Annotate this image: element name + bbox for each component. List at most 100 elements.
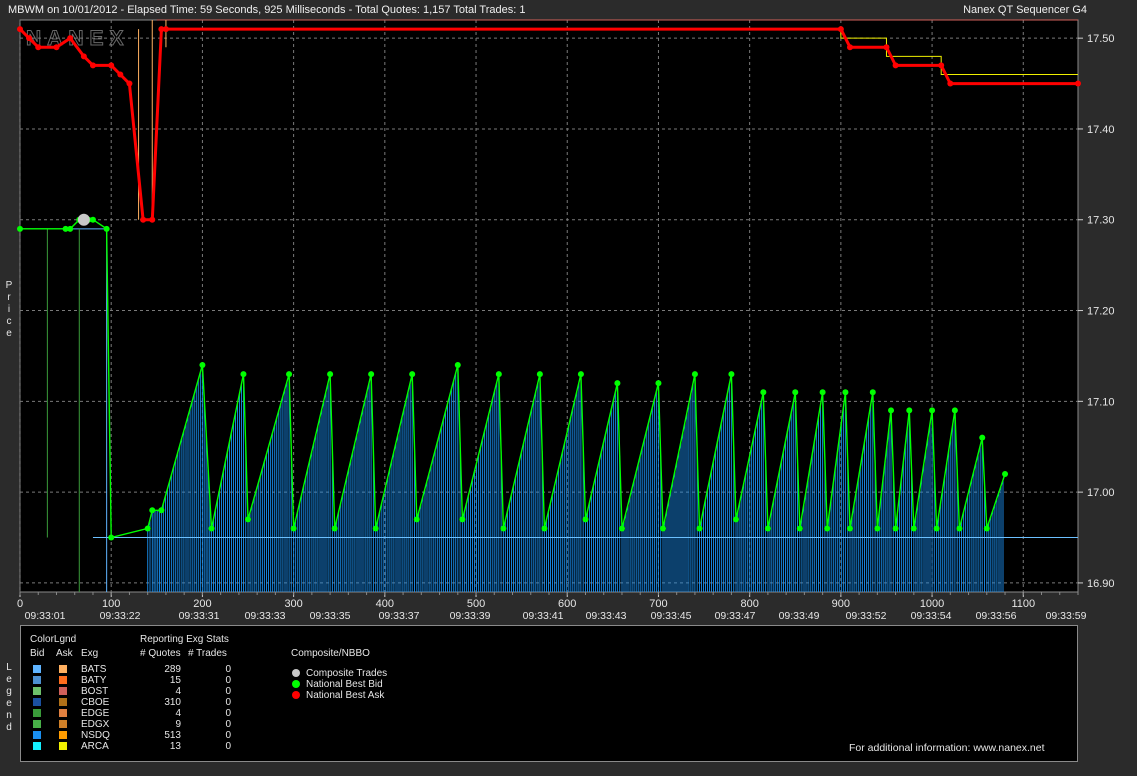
data-point xyxy=(67,35,74,42)
data-point xyxy=(77,213,90,226)
x-tick-label: 700 xyxy=(649,598,667,610)
data-point xyxy=(495,371,502,378)
quote-count: 289 xyxy=(164,664,181,675)
x-tick-label: 400 xyxy=(376,598,394,610)
time-tick-label: 09:33:56 xyxy=(976,610,1017,622)
quotes-column-header: # Quotes xyxy=(140,648,181,659)
x-tick-label: 800 xyxy=(740,598,758,610)
x-tick-label: 300 xyxy=(284,598,302,610)
data-point xyxy=(728,371,735,378)
data-point xyxy=(17,225,23,232)
quote-count: 9 xyxy=(175,719,181,730)
data-point xyxy=(819,389,826,396)
exchange-name: NSDQ xyxy=(81,730,110,741)
data-point xyxy=(910,525,917,532)
bid-column-header: Bid xyxy=(30,648,45,659)
data-point xyxy=(792,389,799,396)
data-point xyxy=(951,407,958,414)
time-tick-label: 09:33:37 xyxy=(379,610,420,622)
data-point xyxy=(108,534,115,541)
exchange-name: BOST xyxy=(81,686,109,697)
exchange-name: BATY xyxy=(81,675,107,686)
trade-count: 0 xyxy=(225,697,231,708)
ask-color-swatch xyxy=(59,698,67,706)
footer-info: For additional information: www.nanex.ne… xyxy=(849,742,1045,754)
x-tick-label: 600 xyxy=(558,598,576,610)
data-point xyxy=(618,525,625,532)
data-point xyxy=(732,516,739,523)
data-point xyxy=(906,407,913,414)
exchange-name: EDGE xyxy=(81,708,110,719)
composite-label: National Best Ask xyxy=(306,690,385,701)
reporting-stats-heading: Reporting Exg Stats xyxy=(140,634,229,645)
data-point xyxy=(372,525,379,532)
time-tick-label: 09:33:33 xyxy=(245,610,286,622)
data-point xyxy=(541,525,548,532)
data-point xyxy=(660,525,667,532)
time-tick-label: 09:33:43 xyxy=(586,610,627,622)
y-tick-label: 17.30 xyxy=(1087,215,1115,227)
exchange-name: ARCA xyxy=(81,741,109,752)
ask-color-swatch xyxy=(59,720,67,728)
data-point xyxy=(17,26,23,33)
data-point xyxy=(696,525,703,532)
data-point xyxy=(158,507,165,514)
composite-label: Composite Trades xyxy=(306,668,388,679)
y-tick-label: 17.00 xyxy=(1087,487,1115,499)
data-point xyxy=(117,71,124,78)
chart-area: NANEX 17.5017.4017.3017.2017.1017.0016.9… xyxy=(17,19,1115,622)
y-tick-label: 17.10 xyxy=(1087,396,1115,408)
data-point xyxy=(208,525,215,532)
time-tick-label: 09:33:01 xyxy=(25,610,66,622)
time-tick-label: 09:33:31 xyxy=(179,610,220,622)
quote-count: 4 xyxy=(175,686,181,697)
data-point xyxy=(1075,80,1081,87)
x-tick-label: 1100 xyxy=(1011,598,1035,610)
bid-color-swatch xyxy=(33,698,41,706)
data-point xyxy=(108,62,115,69)
x-tick-label: 1000 xyxy=(920,598,944,610)
data-point xyxy=(67,225,74,232)
data-point xyxy=(614,380,621,387)
data-point xyxy=(331,525,338,532)
quote-count: 4 xyxy=(175,708,181,719)
ask-color-swatch xyxy=(59,731,67,739)
ask-color-swatch xyxy=(59,676,67,684)
ask-color-swatch xyxy=(59,687,67,695)
exg-column-header: Exg xyxy=(81,648,99,659)
y-tick-label: 17.20 xyxy=(1087,306,1115,318)
exchange-name: BATS xyxy=(81,664,107,675)
exchange-name: CBOE xyxy=(81,697,110,708)
data-point xyxy=(869,389,876,396)
data-point xyxy=(883,44,890,51)
data-point xyxy=(53,44,60,51)
time-tick-label: 09:33:39 xyxy=(450,610,491,622)
data-point xyxy=(938,62,945,69)
data-point xyxy=(144,525,151,532)
ask-color-swatch xyxy=(59,709,67,717)
data-point xyxy=(582,516,589,523)
data-point xyxy=(500,525,507,532)
quote-count: 13 xyxy=(169,741,181,752)
x-tick-label: 0 xyxy=(17,598,23,610)
data-point xyxy=(760,389,767,396)
data-point xyxy=(892,62,899,69)
data-point xyxy=(536,371,543,378)
quote-count: 310 xyxy=(164,697,181,708)
bid-color-swatch xyxy=(33,709,41,717)
data-point xyxy=(327,371,334,378)
time-tick-label: 09:33:54 xyxy=(911,610,952,622)
x-tick-label: 500 xyxy=(467,598,485,610)
data-point xyxy=(245,516,252,523)
data-point xyxy=(286,371,293,378)
trades-column-header: # Trades xyxy=(188,648,227,659)
bid-color-swatch xyxy=(33,676,41,684)
data-point xyxy=(947,80,954,87)
data-point xyxy=(140,216,147,223)
composite-heading: Composite/NBBO xyxy=(291,648,370,659)
data-point xyxy=(459,516,466,523)
data-point xyxy=(162,26,169,33)
data-point xyxy=(929,407,936,414)
time-tick-label: 09:33:35 xyxy=(310,610,351,622)
data-point xyxy=(199,362,206,369)
